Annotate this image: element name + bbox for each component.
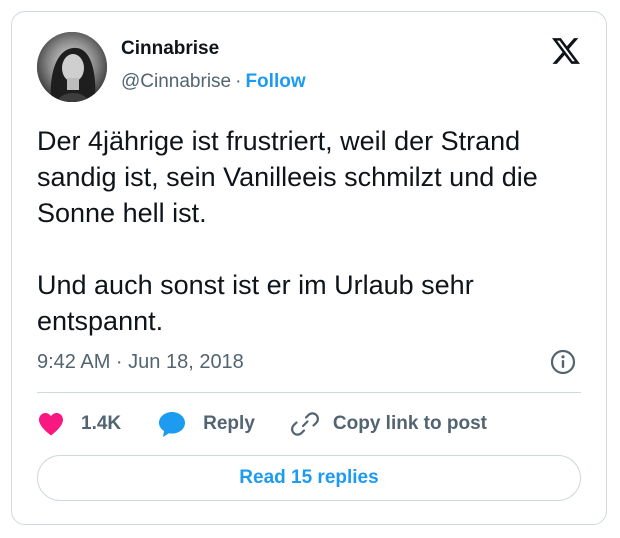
avatar-photo-icon [37,32,107,102]
copy-link-button[interactable]: Copy link to post [290,410,487,438]
tweet-card: Cinnabrise @Cinnabrise · Follow Der 4jähri… [11,11,607,525]
x-logo-icon[interactable] [552,38,580,64]
tweet-text: Der 4jährige ist frustriert, weil der St… [37,126,538,336]
author-handle-row: @Cinnabrise · Follow [121,71,306,93]
speech-bubble-icon [159,412,186,437]
follow-button[interactable]: Follow [245,71,305,92]
like-button[interactable]: 1.4K [37,411,121,437]
divider [37,392,581,393]
read-replies-button[interactable]: Read 15 replies [37,455,581,501]
reply-button[interactable]: Reply [157,410,255,438]
read-replies-label: Read 15 replies [239,467,379,488]
reply-label: Reply [203,413,255,434]
like-count: 1.4K [81,413,122,434]
info-icon[interactable] [550,349,576,375]
tweet-timestamp[interactable]: 9:42 AM · Jun 18, 2018 [37,351,244,374]
copy-link-label: Copy link to post [332,413,487,434]
separator-dot: · [235,71,242,92]
author-avatar[interactable] [37,32,107,102]
link-icon [290,412,319,436]
author-handle[interactable]: @Cinnabrise [121,71,231,92]
heart-icon [39,413,63,436]
author-display-name[interactable]: Cinnabrise [121,38,219,60]
action-bar: 1.4K Reply Copy link to post [37,407,487,441]
